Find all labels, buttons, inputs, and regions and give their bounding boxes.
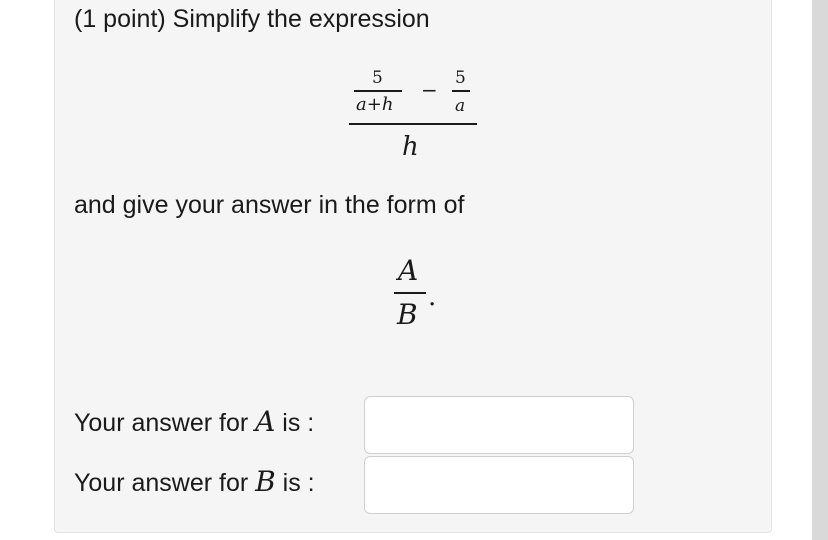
frac2-numerator: 5: [455, 68, 466, 88]
frac1-numerator: 5: [372, 68, 383, 88]
answer-a-input[interactable]: [364, 396, 634, 454]
answer-b-suffix: is :: [275, 469, 315, 497]
form-period: .: [428, 282, 437, 312]
frac2-bar: [452, 90, 470, 92]
problem-instruction: and give your answer in the form of: [74, 191, 465, 219]
main-fraction-bar: [349, 123, 477, 125]
answer-a-var: A: [255, 405, 276, 438]
frac1-bar: [354, 90, 402, 92]
form-numerator: A: [398, 254, 419, 287]
frac2-denominator: a: [455, 96, 466, 116]
problem-intro: (1 point) Simplify the expression: [74, 5, 430, 33]
answer-b-prefix: Your answer for: [74, 469, 256, 497]
answer-a-label: Your answer for A is :: [74, 407, 314, 438]
form-denominator: B: [397, 298, 418, 331]
form-fraction-bar: [394, 292, 426, 294]
answer-b-input[interactable]: [364, 456, 634, 514]
window-edge: [812, 0, 828, 540]
answer-b-label: Your answer for B is :: [74, 467, 315, 498]
frac1-denominator: a+h: [356, 94, 394, 115]
minus-sign: −: [421, 78, 438, 102]
outer-denominator: h: [402, 132, 419, 162]
answer-a-prefix: Your answer for: [74, 409, 256, 437]
answer-b-var: B: [255, 465, 276, 498]
answer-a-suffix: is :: [275, 409, 315, 437]
